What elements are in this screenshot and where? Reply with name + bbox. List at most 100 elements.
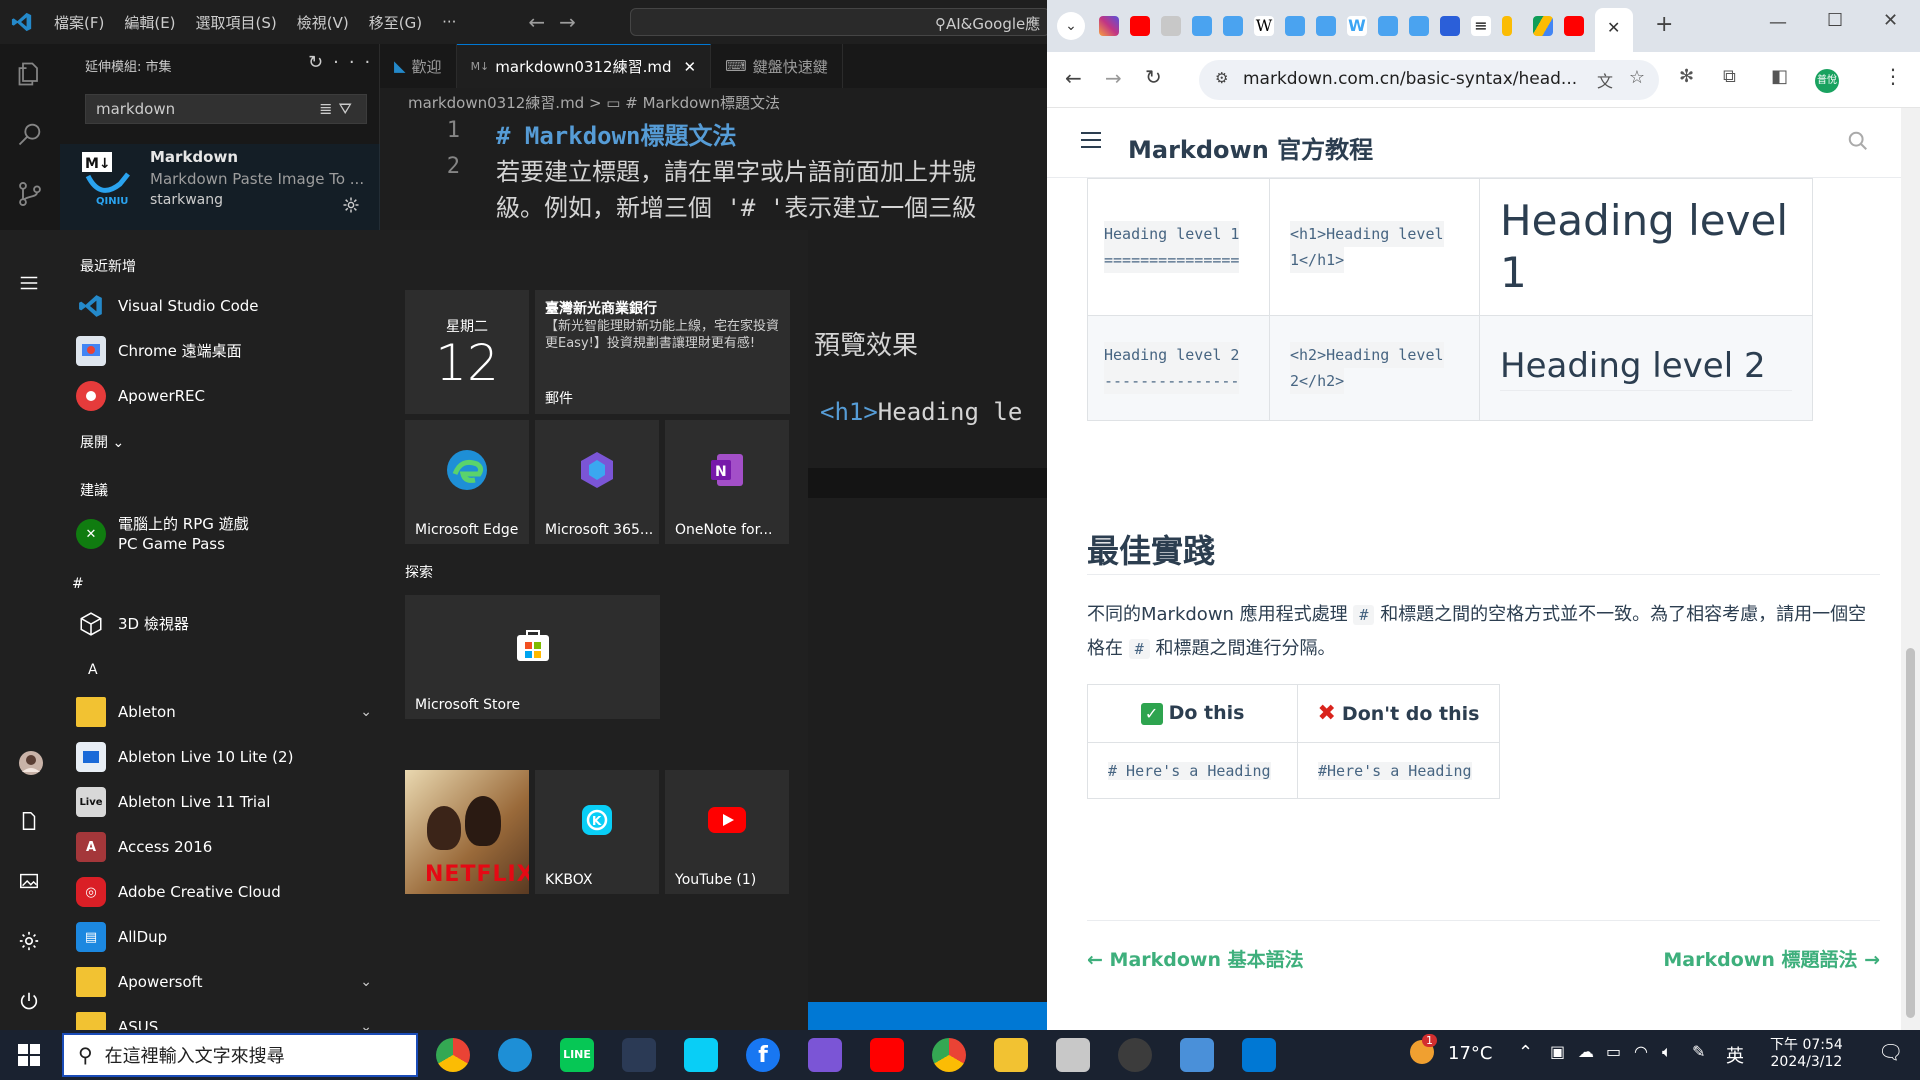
wifi-icon[interactable]: ◠ — [1634, 1042, 1648, 1061]
clear-filter-icon[interactable]: ≣ — [319, 99, 338, 118]
calendar-tile[interactable]: 星期二 12 — [405, 290, 529, 414]
close-window-button[interactable]: ✕ — [1883, 10, 1898, 31]
youtube-icon[interactable] — [1564, 16, 1584, 36]
drive-icon[interactable] — [1533, 16, 1553, 36]
list-item[interactable]: Visual Studio Code — [76, 286, 376, 326]
kkbox-taskbar-icon[interactable] — [684, 1038, 718, 1072]
tab-welcome[interactable]: ◣ 歡迎 — [380, 44, 457, 88]
pictures-icon[interactable] — [18, 870, 44, 896]
tab-search-icon[interactable]: ⌄ — [1057, 12, 1085, 40]
chrome-taskbar-icon[interactable] — [436, 1038, 470, 1072]
bilibili-icon[interactable] — [1409, 16, 1429, 36]
facebook-taskbar-icon[interactable]: f — [746, 1038, 780, 1072]
store-tile[interactable]: Microsoft Store — [405, 595, 660, 719]
site-info-icon[interactable]: ⚙ — [1215, 69, 1228, 87]
chevron-down-icon[interactable]: ⌄ — [360, 1019, 372, 1030]
expand-link[interactable]: 展開 ⌄ — [80, 432, 124, 452]
battery-icon[interactable]: ▭ — [1606, 1042, 1621, 1061]
tray-app-icon[interactable]: ▣ — [1550, 1042, 1565, 1061]
list-item[interactable]: Apowersoft ⌄ — [76, 962, 376, 1002]
list-item[interactable]: ApowerREC — [76, 376, 376, 416]
edge-tile[interactable]: Microsoft Edge — [405, 420, 529, 544]
address-bar[interactable]: ⚙ markdown.com.cn/basic-syntax/head... 文… — [1199, 60, 1659, 100]
weather-temp[interactable]: 17°C — [1448, 1043, 1492, 1064]
pen-icon[interactable]: ✎ — [1692, 1042, 1705, 1061]
onedrive-icon[interactable]: ☁ — [1578, 1042, 1594, 1061]
list-item[interactable]: Ableton ⌄ — [76, 692, 376, 732]
chevron-down-icon[interactable]: ⌄ — [360, 974, 372, 990]
list-item[interactable]: Live Ableton Live 11 Trial — [76, 782, 376, 822]
maximize-button[interactable]: ☐ — [1827, 10, 1843, 31]
list-item[interactable]: 3D 檢視器 — [76, 604, 376, 644]
prev-page-link[interactable]: ← Markdown 基本語法 — [1087, 949, 1304, 971]
tab-keyboard-shortcuts[interactable]: ⌨ 鍵盤快速鍵 — [711, 44, 843, 88]
windows-start-icon[interactable] — [18, 1044, 40, 1070]
m365-taskbar-icon[interactable] — [808, 1038, 842, 1072]
profile-avatar[interactable]: 普悅 — [1815, 69, 1839, 93]
m365-tile[interactable]: Microsoft 365... — [535, 420, 659, 544]
search-icon[interactable] — [1847, 130, 1869, 156]
translate-icon[interactable]: 文 — [1597, 68, 1613, 92]
youtube-icon[interactable] — [1130, 16, 1150, 36]
source-control-icon[interactable] — [0, 164, 60, 224]
side-panel-icon[interactable]: ◧ — [1771, 66, 1788, 87]
settings-icon[interactable] — [18, 930, 44, 956]
hamburger-icon[interactable] — [18, 272, 44, 298]
hamburger-icon[interactable] — [1079, 128, 1103, 156]
netflix-tile[interactable]: NETFLIX — [405, 770, 529, 894]
forward-button[interactable]: → — [1105, 66, 1122, 90]
reload-button[interactable]: ↻ — [1145, 65, 1162, 89]
close-icon[interactable]: ✕ — [1607, 18, 1620, 37]
gear-icon[interactable] — [342, 196, 360, 218]
list-item[interactable]: Chrome 遠端桌面 — [76, 331, 376, 371]
refresh-icon[interactable]: ↻ — [308, 52, 333, 73]
mail-tile[interactable]: 臺灣新光商業銀行 【新光智能理財新功能上線，宅在家投資更Easy!】投資規劃書讓… — [535, 290, 790, 414]
sidebar-actions[interactable]: ↻··· — [308, 52, 380, 73]
filter-icon[interactable]: ⛛ — [339, 99, 358, 118]
line-taskbar-icon[interactable]: LINE — [560, 1038, 594, 1072]
menu-more[interactable]: ··· — [432, 13, 466, 31]
volume-icon[interactable]: 🔈︎ — [1662, 1042, 1672, 1062]
youtube-tile[interactable]: YouTube (1) — [665, 770, 789, 894]
extension-search-input[interactable]: markdown ≣⛛ — [85, 94, 367, 124]
power-icon[interactable] — [18, 990, 44, 1016]
extension-item[interactable]: M↓ QINIU Markdown Markdown Paste Image T… — [60, 144, 380, 230]
instagram-icon[interactable] — [1099, 16, 1119, 36]
w-site-icon[interactable]: W — [1347, 16, 1367, 36]
avatar[interactable] — [18, 750, 44, 776]
app-taskbar-icon[interactable] — [1056, 1038, 1090, 1072]
tab-markdown-file[interactable]: M↓ markdown0312練習.md ✕ — [456, 44, 712, 88]
code-editor[interactable]: 1 # Markdown標題文法 2 若要建立標題，請在單字或片語前面加上井號 … — [380, 114, 1047, 230]
site-title[interactable]: Markdown 官方教程 — [1128, 130, 1373, 165]
page-scrollbar[interactable] — [1901, 108, 1920, 1030]
youtube-taskbar-icon[interactable] — [870, 1038, 904, 1072]
chat-icon[interactable] — [1440, 16, 1460, 36]
chrome-taskbar-icon[interactable] — [932, 1038, 966, 1072]
bilibili-icon[interactable] — [1378, 16, 1398, 36]
menu-selection[interactable]: 選取項目(S) — [186, 12, 287, 33]
notification-icon[interactable]: 🗨︎ — [1878, 1040, 1903, 1064]
tab-icon[interactable] — [1161, 16, 1181, 36]
wikipedia-icon[interactable]: W — [1254, 16, 1274, 36]
edge-taskbar-icon[interactable] — [498, 1038, 532, 1072]
puzzle-icon[interactable]: ⧉ — [1723, 66, 1736, 87]
document-icon[interactable] — [18, 810, 44, 836]
onenote-tile[interactable]: N OneNote for... — [665, 420, 789, 544]
scrollbar-thumb[interactable] — [1906, 648, 1915, 1018]
list-item[interactable]: ◎ Adobe Creative Cloud — [76, 872, 376, 912]
slides-icon[interactable] — [1502, 16, 1512, 36]
suggested-app[interactable]: ✕ 電腦上的 RPG 遊戲 PC Game Pass — [76, 510, 376, 558]
a-header[interactable]: A — [88, 662, 98, 678]
hash-header[interactable]: # — [72, 576, 84, 592]
back-button[interactable]: ← — [1065, 66, 1082, 90]
bilibili-icon[interactable] — [1316, 16, 1336, 36]
app-taskbar-icon[interactable] — [1180, 1038, 1214, 1072]
notes-icon[interactable]: ≡ — [1471, 16, 1491, 36]
star-icon[interactable]: ☆ — [1629, 67, 1645, 88]
ime-indicator[interactable]: 英 — [1726, 1042, 1744, 1068]
explorer-icon[interactable] — [0, 44, 60, 104]
new-tab-button[interactable]: + — [1655, 12, 1673, 37]
command-center-search[interactable]: ⚲AI&Google應 — [630, 8, 1047, 36]
media-player-icon[interactable] — [1118, 1038, 1152, 1072]
menu-icon[interactable]: ⋮ — [1883, 64, 1903, 88]
